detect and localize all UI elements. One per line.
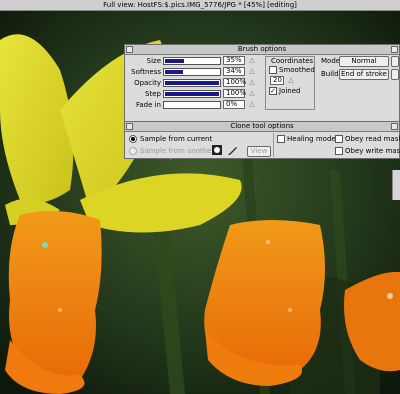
brush-size-label: Size	[146, 57, 161, 65]
slider-fill	[165, 59, 184, 63]
arrow-up-icon[interactable]: △	[247, 67, 257, 76]
brush-size-slider[interactable]	[163, 57, 221, 65]
view-button[interactable]: View	[247, 146, 271, 157]
mode-button[interactable]: Normal	[339, 56, 389, 67]
sample-another-label: Sample from another	[140, 147, 215, 155]
mode-label: Mode	[321, 57, 341, 65]
toggle-size-icon[interactable]	[391, 123, 398, 130]
slider-fill	[165, 92, 219, 96]
brush-opacity-value[interactable]: 100%	[223, 78, 246, 87]
arrow-up-icon[interactable]: △	[247, 78, 257, 87]
brush-options-panel: Brush options Size 35% △ Softness 34% △ …	[124, 44, 400, 122]
obey-read-mask-checkbox[interactable]	[335, 135, 343, 143]
brush-softness-label: Softness	[131, 68, 161, 76]
brush-step-slider[interactable]	[163, 90, 221, 98]
brush-size-value[interactable]: 35%	[223, 56, 245, 65]
healing-mode-checkbox[interactable]	[277, 135, 285, 143]
mode-menu-button[interactable]	[391, 56, 399, 67]
brush-opacity-slider[interactable]	[163, 79, 221, 87]
brush-softness-slider[interactable]	[163, 68, 221, 76]
toggle-size-icon[interactable]	[391, 46, 398, 53]
clone-source-icon[interactable]	[211, 144, 223, 156]
sample-another-radio[interactable]	[129, 147, 137, 155]
slider-fill	[165, 70, 183, 74]
build-label: Build	[321, 70, 339, 78]
vertical-scrollbar[interactable]	[392, 170, 400, 200]
joined-label: Joined	[279, 87, 301, 95]
smoothed-checkbox[interactable]	[269, 66, 277, 74]
brush-options-titlebar[interactable]: Brush options	[125, 45, 399, 55]
smoothed-label: Smoothed	[279, 66, 315, 74]
pen-icon[interactable]	[227, 144, 239, 156]
obey-read-mask-label: Obey read mask	[345, 135, 400, 143]
arrow-up-icon[interactable]: △	[247, 56, 257, 65]
brush-fadein-slider[interactable]	[163, 101, 221, 109]
close-icon[interactable]	[126, 46, 133, 53]
obey-write-mask-label: Obey write mask	[345, 147, 400, 155]
brush-step-value[interactable]: 100%	[223, 89, 246, 98]
window-title: Full view: HostFS:$.pics.IMG_5776/JPG * …	[103, 1, 297, 9]
arrow-up-icon[interactable]: △	[286, 76, 296, 85]
healing-mode-label: Healing mode	[287, 135, 336, 143]
slider-fill	[165, 81, 219, 85]
clone-options-title: Clone tool options	[230, 122, 294, 130]
options-divider	[273, 133, 274, 157]
brush-fadein-value[interactable]: 0%	[223, 100, 245, 109]
build-button[interactable]: End of stroke	[339, 69, 389, 80]
brush-step-label: Step	[145, 90, 161, 98]
arrow-up-icon[interactable]: △	[247, 89, 257, 98]
sample-current-label: Sample from current	[140, 135, 213, 143]
clone-options-titlebar[interactable]: Clone tool options	[125, 122, 399, 132]
brush-opacity-label: Opacity	[134, 79, 161, 87]
window-titlebar[interactable]: Full view: HostFS:$.pics.IMG_5776/JPG * …	[0, 0, 400, 11]
obey-write-mask-checkbox[interactable]	[335, 147, 343, 155]
brush-softness-value[interactable]: 34%	[223, 67, 245, 76]
brush-fadein-label: Fade in	[135, 101, 161, 109]
joined-checkbox[interactable]: ✓	[269, 87, 277, 95]
coordinates-title: Coordinates	[271, 57, 314, 65]
build-menu-button[interactable]	[391, 69, 399, 80]
sample-current-radio[interactable]	[129, 135, 137, 143]
close-icon[interactable]	[126, 123, 133, 130]
brush-options-title: Brush options	[237, 45, 287, 53]
arrow-up-icon[interactable]: △	[247, 100, 257, 109]
smooth-value[interactable]: 20	[270, 76, 284, 85]
clone-options-panel: Clone tool options Sample from current S…	[124, 121, 400, 159]
